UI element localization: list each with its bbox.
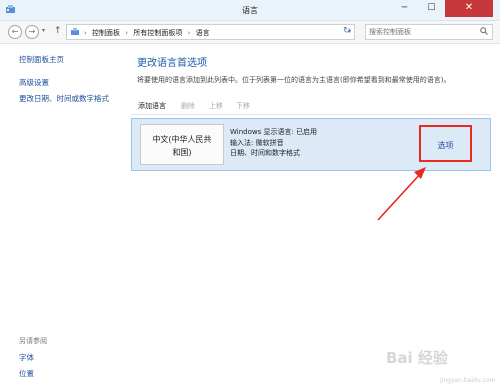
annotation-arrow xyxy=(377,167,426,221)
language-name-line-2: 和国) xyxy=(172,148,192,157)
search-box[interactable] xyxy=(365,24,493,40)
input-method: 输入法: 微软拼音 xyxy=(230,138,284,147)
see-also-fonts-link[interactable]: 字体 xyxy=(19,352,34,363)
maximize-button[interactable]: ☐ xyxy=(418,0,445,17)
language-name-line-1: 中文(中华人民共 xyxy=(152,135,212,144)
back-button[interactable]: ← xyxy=(8,25,22,39)
see-also-location-link[interactable]: 位置 xyxy=(19,368,34,379)
language-tile[interactable]: 中文(中华人民共 和国) xyxy=(140,124,224,165)
breadcrumb-separator: › xyxy=(125,29,129,37)
language-list-item[interactable]: 中文(中华人民共 和国) Windows 显示语言: 已启用 输入法: 微软拼音… xyxy=(131,118,491,171)
move-down-button[interactable]: 下移 xyxy=(236,101,250,111)
language-toolbar: 添加语言 删除 上移 下移 xyxy=(131,97,491,115)
sidebar-item-advanced-settings[interactable]: 高级设置 xyxy=(19,77,49,88)
up-arrow-icon[interactable]: ↑ xyxy=(54,26,62,36)
title-bar: 语言 ─ ☐ ✕ xyxy=(0,0,500,21)
breadcrumb-separator: › xyxy=(84,29,87,37)
see-also-label: 另请参阅 xyxy=(19,337,47,345)
breadcrumb: › 控制面板 › 所有控制面板项 › 语言 xyxy=(84,28,213,38)
annotation-highlight-box: 选项 xyxy=(419,125,472,162)
breadcrumb-all-items[interactable]: 所有控制面板项 xyxy=(133,29,182,37)
breadcrumb-language[interactable]: 语言 xyxy=(196,29,210,37)
options-link[interactable]: 选项 xyxy=(421,140,470,151)
control-panel-icon xyxy=(71,28,79,35)
sidebar-item-control-panel-home[interactable]: 控制面板主页 xyxy=(19,54,64,65)
address-bar[interactable]: › 控制面板 › 所有控制面板项 › 语言 ▾ xyxy=(66,24,355,40)
forward-button[interactable]: → xyxy=(25,25,39,39)
language-details: Windows 显示语言: 已启用 输入法: 微软拼音 日期、时间和数字格式 xyxy=(230,127,317,159)
sidebar-item-change-date-format[interactable]: 更改日期、时间或数字格式 xyxy=(19,93,109,104)
navigation-bar: ← → ▾ ↑ › 控制面板 › 所有控制面板项 › 语言 ▾ ↻ xyxy=(0,21,500,44)
minimize-button[interactable]: ─ xyxy=(391,0,418,17)
search-icon[interactable] xyxy=(480,27,488,35)
refresh-icon[interactable]: ↻ xyxy=(343,26,351,36)
close-button[interactable]: ✕ xyxy=(445,0,493,17)
add-language-button[interactable]: 添加语言 xyxy=(138,101,166,111)
watermark-url: jingyan.baidu.com xyxy=(440,377,496,384)
page-title: 更改语言首选项 xyxy=(137,58,207,69)
display-language-status: Windows 显示语言: 已启用 xyxy=(230,128,318,136)
page-description: 将要使用的语言添加到此列表中。位于列表第一位的语言为主语言(即你希望看到和最常使… xyxy=(137,76,451,84)
date-time-format: 日期、时间和数字格式 xyxy=(230,149,300,157)
search-input[interactable] xyxy=(369,26,474,38)
breadcrumb-separator: › xyxy=(187,29,191,37)
watermark-logo: Bai 经验 xyxy=(386,349,448,367)
remove-button[interactable]: 删除 xyxy=(181,101,195,111)
language-name: 中文(中华人民共 和国) xyxy=(141,133,223,159)
breadcrumb-control-panel[interactable]: 控制面板 xyxy=(92,29,120,37)
move-up-button[interactable]: 上移 xyxy=(209,101,223,111)
recent-locations-icon[interactable]: ▾ xyxy=(42,27,45,34)
